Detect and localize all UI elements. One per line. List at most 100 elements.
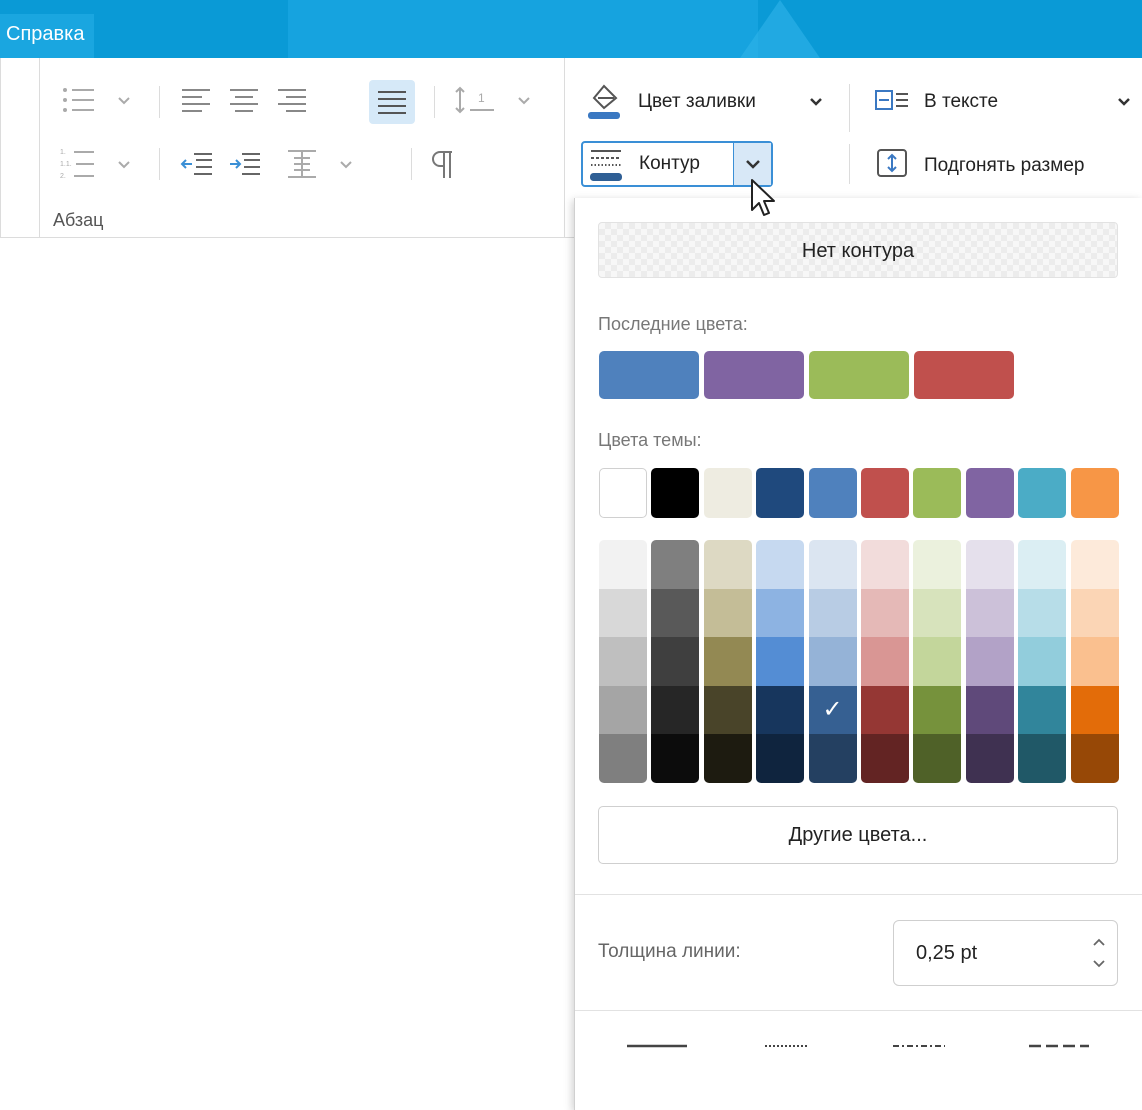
recent-colors-row <box>599 351 1014 399</box>
wrap-in-text-icon[interactable] <box>874 88 910 116</box>
shade-swatch[interactable] <box>1018 685 1067 735</box>
theme-color-swatch[interactable] <box>1070 468 1119 518</box>
shade-swatch[interactable] <box>1070 685 1119 735</box>
shade-swatch[interactable] <box>756 588 805 638</box>
shade-swatch[interactable] <box>703 734 752 783</box>
shade-swatch[interactable]: ✓ <box>808 685 857 735</box>
shade-swatch[interactable] <box>913 540 962 589</box>
shade-swatch[interactable] <box>808 588 857 638</box>
theme-color-swatch[interactable] <box>756 468 805 518</box>
shade-swatch[interactable] <box>703 540 752 589</box>
shade-swatch[interactable] <box>913 685 962 735</box>
line-width-stepper[interactable]: 0,25 pt <box>893 920 1118 986</box>
shade-swatch[interactable] <box>703 685 752 735</box>
shade-swatch[interactable] <box>756 540 805 589</box>
align-right-alt-icon[interactable] <box>322 84 354 116</box>
shade-swatch[interactable] <box>965 588 1014 638</box>
bullet-list-icon[interactable] <box>60 83 96 119</box>
shade-swatch[interactable] <box>756 734 805 783</box>
shade-swatch[interactable] <box>599 588 647 638</box>
up-down-arrows-icon[interactable] <box>1091 935 1107 971</box>
chevron-down-icon[interactable] <box>518 97 530 105</box>
shade-swatch[interactable] <box>599 685 647 735</box>
theme-color-swatch[interactable] <box>965 468 1014 518</box>
shade-swatch[interactable] <box>756 685 805 735</box>
fit-size-button[interactable]: Подгонять размер <box>924 155 1084 177</box>
shade-swatch[interactable] <box>860 734 909 783</box>
line-style-dotted[interactable] <box>755 1035 819 1057</box>
shade-swatch[interactable] <box>913 637 962 686</box>
theme-color-swatch[interactable] <box>860 468 909 518</box>
recent-color-swatch[interactable] <box>599 351 699 399</box>
align-center-icon[interactable] <box>228 84 260 116</box>
shade-swatch[interactable] <box>808 734 857 783</box>
theme-color-swatch[interactable] <box>651 468 700 518</box>
line-spacing-icon[interactable]: 1 <box>452 84 496 116</box>
theme-color-swatch[interactable] <box>1018 468 1067 518</box>
fit-size-icon[interactable] <box>876 148 908 178</box>
shade-swatch[interactable] <box>651 685 700 735</box>
recent-color-swatch[interactable] <box>914 351 1014 399</box>
shade-swatch[interactable] <box>651 734 700 783</box>
shade-swatch[interactable] <box>703 588 752 638</box>
fill-color-button[interactable]: Цвет заливки <box>638 91 756 113</box>
shade-swatch[interactable] <box>651 540 700 589</box>
shade-swatch[interactable] <box>1018 540 1067 589</box>
line-style-dash-dot[interactable] <box>887 1035 951 1057</box>
shade-swatch[interactable] <box>1070 540 1119 589</box>
line-style-solid[interactable] <box>625 1035 689 1057</box>
shade-swatch[interactable] <box>1018 637 1067 686</box>
in-text-button[interactable]: В тексте <box>924 91 998 113</box>
shade-swatch[interactable] <box>860 685 909 735</box>
paragraph-spacing-icon[interactable] <box>286 148 318 180</box>
shade-swatch[interactable] <box>1018 734 1067 783</box>
shade-swatch[interactable] <box>860 540 909 589</box>
line-style-dashed[interactable] <box>1027 1035 1091 1057</box>
fill-bucket-icon[interactable] <box>586 80 622 120</box>
increase-indent-icon[interactable] <box>228 148 262 180</box>
theme-color-swatch[interactable] <box>913 468 962 518</box>
shade-swatch[interactable] <box>965 734 1014 783</box>
shade-swatch[interactable] <box>1070 588 1119 638</box>
numbered-list-icon[interactable]: 1.1.1.2. <box>60 146 96 182</box>
chevron-down-icon[interactable] <box>118 161 130 169</box>
shade-swatch[interactable] <box>1018 588 1067 638</box>
chevron-down-icon[interactable] <box>810 98 822 106</box>
shade-swatch[interactable] <box>913 734 962 783</box>
shade-swatch[interactable] <box>808 540 857 589</box>
theme-color-swatch[interactable] <box>808 468 857 518</box>
align-left-icon[interactable] <box>180 84 212 116</box>
theme-color-swatch[interactable] <box>599 468 647 518</box>
decrease-indent-icon[interactable] <box>180 148 214 180</box>
align-justify-button[interactable] <box>369 80 415 124</box>
shade-swatch[interactable] <box>599 734 647 783</box>
tab-help[interactable]: Справка <box>0 14 95 58</box>
chevron-down-icon[interactable] <box>118 97 130 105</box>
chevron-down-icon[interactable] <box>340 161 352 169</box>
align-right-icon[interactable] <box>276 84 308 116</box>
recent-color-swatch[interactable] <box>704 351 804 399</box>
shade-swatch[interactable] <box>1070 637 1119 686</box>
shade-swatch[interactable] <box>808 637 857 686</box>
contour-button[interactable]: Контур <box>581 141 773 187</box>
shade-swatch[interactable] <box>599 637 647 686</box>
shade-swatch[interactable] <box>651 637 700 686</box>
shade-swatch[interactable] <box>860 637 909 686</box>
shade-swatch[interactable] <box>703 637 752 686</box>
shade-swatch[interactable] <box>651 588 700 638</box>
shade-swatch[interactable] <box>965 637 1014 686</box>
shade-swatch[interactable] <box>965 540 1014 589</box>
shade-swatch[interactable] <box>599 540 647 589</box>
no-contour-button[interactable]: Нет контура <box>598 222 1118 278</box>
shade-swatch[interactable] <box>756 637 805 686</box>
theme-color-swatch[interactable] <box>703 468 752 518</box>
shade-swatch[interactable] <box>913 588 962 638</box>
recent-color-swatch[interactable] <box>809 351 909 399</box>
chevron-down-icon[interactable] <box>1118 98 1130 106</box>
line-width-value[interactable]: 0,25 pt <box>916 921 977 985</box>
shade-swatch[interactable] <box>1070 734 1119 783</box>
pilcrow-icon[interactable] <box>430 148 454 180</box>
shade-swatch[interactable] <box>965 685 1014 735</box>
other-colors-button[interactable]: Другие цвета... <box>598 806 1118 864</box>
shade-swatch[interactable] <box>860 588 909 638</box>
